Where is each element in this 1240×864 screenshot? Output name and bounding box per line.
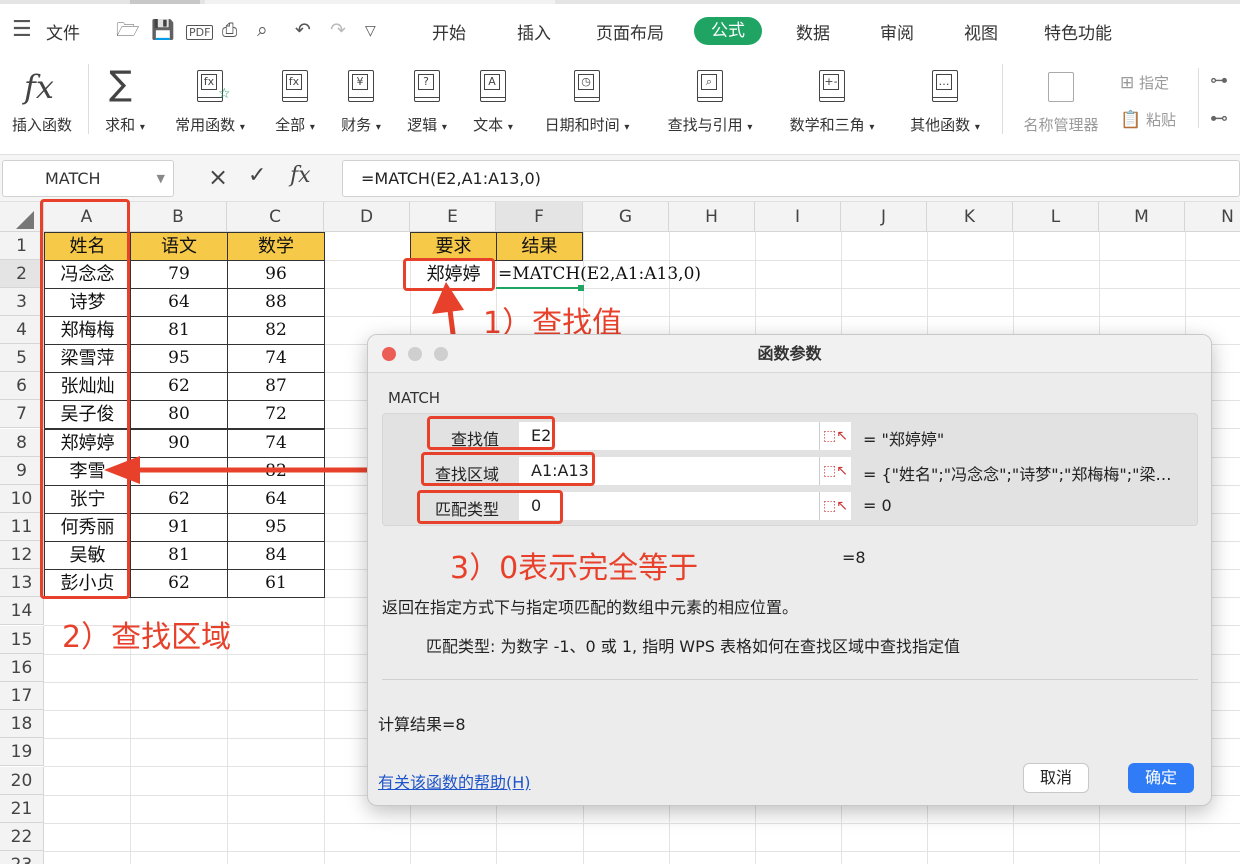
name-manager-button[interactable]: 名称管理器 [1016,54,1106,135]
assign-button[interactable]: ⊞ 指定 [1120,72,1169,93]
highlight-arg-lookup-value [427,416,555,450]
arrow-head-left [104,456,140,484]
formula-input[interactable]: =MATCH(E2,A1:A13,0) [342,160,1240,197]
ok-button[interactable]: 确定 [1128,763,1194,793]
arg-result-lookup-value: = "郑婷婷" [863,430,945,449]
yen-book-icon: ¥ [334,54,388,104]
arg-input-lookup-value[interactable]: E2 [519,422,819,450]
name-manager-icon [1016,54,1106,104]
cancel-formula-icon[interactable]: × [208,163,228,191]
highlight-arg-lookup-range [421,452,595,486]
clock-book-icon: ◷ [536,54,638,104]
print-icon[interactable]: ⎙ [222,21,237,40]
all-functions-icon: fx [268,54,322,104]
math-book-icon: +- [780,54,884,104]
dialog-divider [382,679,1198,680]
menu-file[interactable]: 文件 [46,19,80,44]
text-functions-button[interactable]: A 文本 ▾ [466,54,520,135]
lookup-functions-button[interactable]: ⌕ 查找与引用 ▾ [658,54,762,135]
tab-special-features[interactable]: 特色功能 [1044,19,1112,44]
grid-icon: ⊞ [1120,73,1135,93]
collapse-dialog-icon[interactable]: ⬚↖ [819,457,851,485]
tab-page-layout[interactable]: 页面布局 [596,19,664,44]
insert-function-button[interactable]: fx 插入函数 [6,54,78,135]
dialog-title: 函数参数 [368,335,1211,373]
function-name: MATCH [388,389,441,407]
clipboard-icon: 📋 [1120,110,1142,130]
all-functions-button[interactable]: fx 全部 ▾ [268,54,322,135]
zoom-window-icon[interactable] [434,347,448,361]
text-book-icon: A [466,54,520,104]
open-folder-icon[interactable]: 🗁 [116,21,140,40]
formula-ribbon: fx 插入函数 ∑ 求和 ▾ fx ☆ 常用函数 ▾ fx 全部 ▾ ¥ 财务 ▾… [0,54,1240,154]
confirm-formula-icon[interactable]: ✓ [248,163,266,188]
trace-dependents-icon[interactable]: ⊷ [1210,108,1228,129]
calculation-result: 计算结果=8 [378,715,466,734]
name-box[interactable]: MATCH ▼ [2,160,174,197]
tab-review[interactable]: 审阅 [880,19,914,44]
tab-insert[interactable]: 插入 [517,19,551,44]
arg-result-lookup-range: = {"姓名";"冯念念";"诗梦";"郑梅梅";"梁… [863,465,1172,484]
close-window-icon[interactable] [382,347,396,361]
tab-data[interactable]: 数据 [796,19,830,44]
export-pdf-icon[interactable]: PDF [186,25,214,40]
cancel-button[interactable]: 取消 [1023,763,1089,793]
sum-button[interactable]: ∑ 求和 ▾ [98,54,152,135]
redo-icon[interactable]: ↷ [330,21,346,40]
inline-result: =8 [842,548,866,567]
function-arguments-dialog: 函数参数 MATCH 查找值 E2 ⬚↖ = "郑婷婷" 查找区域 A1:A13… [367,334,1212,806]
formula-bar: MATCH ▼ × ✓ fx =MATCH(E2,A1:A13,0) [0,154,1240,202]
undo-icon[interactable]: ↶ [295,21,311,40]
arrow-head-up [432,282,464,314]
collapse-dialog-icon[interactable]: ⬚↖ [819,492,851,520]
logic-functions-button[interactable]: ? 逻辑 ▾ [400,54,454,135]
tab-home[interactable]: 开始 [432,19,466,44]
quick-access-dropdown-icon[interactable]: ▽ [365,24,376,38]
arg-result-match-type: = 0 [863,496,892,515]
tab-formula[interactable]: 公式 [694,17,762,45]
math-functions-button[interactable]: +- 数学和三角 ▾ [780,54,884,135]
sigma-icon: ∑ [109,64,132,104]
menu-bar: ☰ 文件 🗁 💾 PDF ⎙ ⌕ ↶ ↷ ▽ 开始 插入 页面布局 公式 数据 … [0,4,1240,54]
highlight-arg-match-type [417,490,563,524]
hamburger-menu-icon[interactable]: ☰ [12,19,32,41]
common-function-icon: fx ☆ [166,54,254,104]
parameter-help: 匹配类型: 为数字 -1、0 或 1, 指明 WPS 表格如何在查找区域中查找指… [426,637,961,656]
insert-function-icon[interactable]: fx [290,163,311,188]
annotation-match-type: 3）0表示完全等于 [450,551,699,586]
common-functions-button[interactable]: fx ☆ 常用函数 ▾ [166,54,254,135]
more-book-icon: … [902,54,988,104]
save-icon[interactable]: 💾 [151,21,175,40]
datetime-functions-button[interactable]: ◷ 日期和时间 ▾ [536,54,638,135]
search-book-icon: ⌕ [658,54,762,104]
function-description: 返回在指定方式下与指定项匹配的数组中元素的相应位置。 [382,598,799,617]
paste-button[interactable]: 📋 粘贴 [1120,109,1176,130]
help-link[interactable]: 有关该函数的帮助(H) [378,769,531,793]
question-book-icon: ? [400,54,454,104]
trace-precedents-icon[interactable]: ⊶ [1210,70,1228,91]
finance-functions-button[interactable]: ¥ 财务 ▾ [334,54,388,135]
chevron-down-icon[interactable]: ▼ [157,161,165,196]
other-functions-button[interactable]: … 其他函数 ▾ [902,54,988,135]
tab-view[interactable]: 视图 [964,19,998,44]
fx-icon: fx [24,68,54,106]
collapse-dialog-icon[interactable]: ⬚↖ [819,422,851,450]
print-preview-icon[interactable]: ⌕ [257,21,268,40]
minimize-window-icon[interactable] [408,347,422,361]
arg-input-match-type[interactable]: 0 [519,492,819,520]
